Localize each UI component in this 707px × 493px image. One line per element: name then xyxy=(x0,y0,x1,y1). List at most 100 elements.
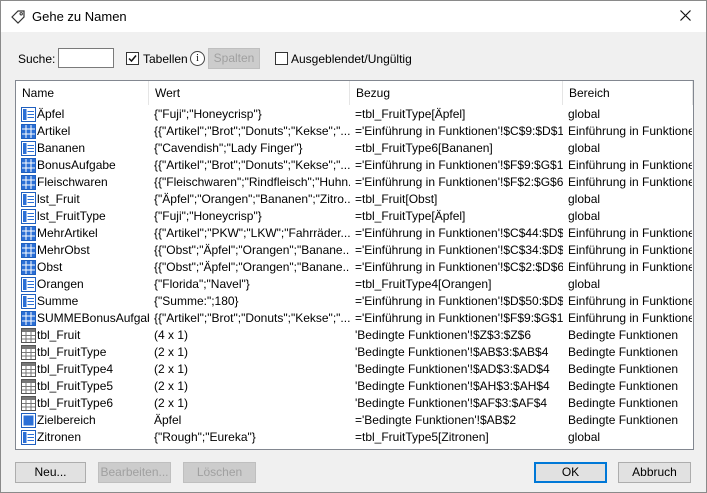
item-name: Äpfel xyxy=(37,107,65,121)
item-reference: ='Einführung in Funktionen'!$F$2:$G$6 xyxy=(355,175,563,189)
item-scope: Bedingte Funktionen xyxy=(568,328,679,342)
window-title: Gehe zu Namen xyxy=(32,9,127,24)
goto-names-dialog: Gehe zu Namen Suche: Tabellen i Spalten … xyxy=(0,0,707,493)
item-scope: Bedingte Funktionen xyxy=(568,345,679,359)
named-range-icon xyxy=(21,107,36,122)
named-range-grid-icon xyxy=(21,158,36,173)
item-value: {"Florida";"Navel"} xyxy=(154,277,250,291)
item-reference: =tbl_FruitType4[Orangen] xyxy=(355,277,492,291)
columns-button[interactable]: Spalten xyxy=(208,48,260,69)
named-range-icon xyxy=(21,192,36,207)
checkmark-icon xyxy=(128,55,137,63)
tables-checkbox[interactable] xyxy=(126,52,139,65)
item-reference: =tbl_FruitType[Äpfel] xyxy=(355,107,466,121)
item-value: {{"Artikel";"PKW";"LKW";"Fahrräder... xyxy=(154,226,350,240)
item-reference: ='Einführung in Funktionen'!$C$9:$D$14 xyxy=(355,124,563,138)
list-item[interactable]: BonusAufgabe {{"Artikel";"Brot";"Donuts";… xyxy=(16,157,693,174)
list-item[interactable]: Summe {"Summe:";180} ='Einführung in Funkt… xyxy=(16,293,693,310)
list-item[interactable]: tbl_FruitType4 (2 x 1) 'Bedingte Funktione… xyxy=(16,361,693,378)
item-value: {{"Obst";"Äpfel";"Orangen";"Banane... xyxy=(154,260,350,274)
list-item[interactable]: tbl_FruitType5 (2 x 1) 'Bedingte Funktione… xyxy=(16,378,693,395)
list-item[interactable]: Zielbereich Äpfel ='Bedingte Funktionen'!$… xyxy=(16,412,693,429)
item-reference: =tbl_FruitType[Äpfel] xyxy=(355,209,466,223)
ok-button[interactable]: OK xyxy=(534,462,607,483)
close-button[interactable] xyxy=(664,1,706,32)
list-item[interactable]: MehrObst {{"Obst";"Äpfel";"Orangen";"Bana… xyxy=(16,242,693,259)
list-item[interactable]: Artikel {{"Artikel";"Brot";"Donuts";"Keks… xyxy=(16,123,693,140)
list-body: Äpfel {"Fuji";"Honeycrisp"} =tbl_FruitType… xyxy=(16,106,693,446)
list-item[interactable]: MehrArtikel {{"Artikel";"PKW";"LKW";"Fahr… xyxy=(16,225,693,242)
item-value: {{"Fleischwaren";"Rindfleisch";"Huhn... xyxy=(154,175,350,189)
list-item[interactable]: tbl_FruitType6 (2 x 1) 'Bedingte Funktione… xyxy=(16,395,693,412)
delete-button[interactable]: Löschen xyxy=(183,462,256,483)
item-value: {"Summe:";180} xyxy=(154,294,239,308)
item-scope: Einführung in Funktionen xyxy=(568,158,692,172)
item-scope: Einführung in Funktionen xyxy=(568,124,692,138)
cancel-button[interactable]: Abbruch xyxy=(618,462,691,483)
item-value: {"Fuji";"Honeycrisp"} xyxy=(154,209,262,223)
item-name: lst_Fruit xyxy=(37,192,80,206)
list-item[interactable]: Obst {{"Obst";"Äpfel";"Orangen";"Banane..… xyxy=(16,259,693,276)
column-header-scope[interactable]: Bereich xyxy=(563,81,693,105)
named-range-icon xyxy=(21,141,36,156)
item-name: Fleischwaren xyxy=(37,175,108,189)
item-name: Artikel xyxy=(37,124,71,138)
list-item[interactable]: Bananen {"Cavendish";"Lady Finger"} =tbl_F… xyxy=(16,140,693,157)
list-item[interactable]: lst_Fruit {"Äpfel";"Orangen";"Bananen";"Z… xyxy=(16,191,693,208)
list-item[interactable]: tbl_Fruit (4 x 1) 'Bedingte Funktionen'!$Z… xyxy=(16,327,693,344)
item-name: Bananen xyxy=(37,141,86,155)
names-list[interactable]: Name Wert Bezug Bereich Äpfel {"Fuji";"Ho… xyxy=(15,80,694,450)
item-value: {"Fuji";"Honeycrisp"} xyxy=(154,107,262,121)
close-icon xyxy=(679,9,691,24)
item-reference: ='Einführung in Funktionen'!$C$34:$D$39 xyxy=(355,243,563,257)
title-bar: Gehe zu Namen xyxy=(1,1,706,32)
info-icon[interactable]: i xyxy=(190,51,205,66)
list-item[interactable]: Fleischwaren {{"Fleischwaren";"Rindfleisc… xyxy=(16,174,693,191)
item-name: MehrObst xyxy=(37,243,90,257)
search-label: Suche: xyxy=(18,52,56,66)
item-value: {"Cavendish";"Lady Finger"} xyxy=(154,141,303,155)
column-header-reference[interactable]: Bezug xyxy=(350,81,563,105)
list-item[interactable]: tbl_FruitType (2 x 1) 'Bedingte Funktionen… xyxy=(16,344,693,361)
item-name: Summe xyxy=(37,294,79,308)
table-icon xyxy=(21,362,36,377)
hidden-invalid-checkbox[interactable] xyxy=(275,52,288,65)
item-value: (2 x 1) xyxy=(154,362,189,376)
item-scope: Einführung in Funktionen xyxy=(568,260,692,274)
search-input[interactable] xyxy=(58,48,114,68)
new-button[interactable]: Neu... xyxy=(15,462,86,483)
item-value: {{"Artikel";"Brot";"Donuts";"Kekse";"... xyxy=(154,158,350,172)
named-range-grid-icon xyxy=(21,226,36,241)
table-icon xyxy=(21,328,36,343)
item-scope: global xyxy=(568,209,601,223)
item-scope: global xyxy=(568,277,601,291)
table-icon xyxy=(21,396,36,411)
item-reference: =tbl_FruitType5[Zitronen] xyxy=(355,430,489,444)
item-scope: Bedingte Funktionen xyxy=(568,362,679,376)
edit-button[interactable]: Bearbeiten... xyxy=(98,462,171,483)
item-scope: Einführung in Funktionen xyxy=(568,243,692,257)
item-value: {"Äpfel";"Orangen";"Bananen";"Zitro... xyxy=(154,192,350,206)
list-item[interactable]: Zitronen {"Rough";"Eureka"} =tbl_FruitType… xyxy=(16,429,693,446)
named-range-grid-icon xyxy=(21,243,36,258)
named-range-grid-icon xyxy=(21,260,36,275)
table-icon xyxy=(21,345,36,360)
list-item[interactable]: Orangen {"Florida";"Navel"} =tbl_FruitType… xyxy=(16,276,693,293)
list-item[interactable]: Äpfel {"Fuji";"Honeycrisp"} =tbl_FruitType… xyxy=(16,106,693,123)
item-reference: ='Einführung in Funktionen'!$F$9:$G$14 xyxy=(355,158,563,172)
item-name: Orangen xyxy=(37,277,84,291)
item-reference: ='Einführung in Funktionen'!$D$50:$D$51 xyxy=(355,294,563,308)
filter-bar: Suche: Tabellen i Spalten Ausgeblendet/U… xyxy=(1,47,706,71)
item-name: Zitronen xyxy=(37,430,82,444)
item-value: {"Rough";"Eureka"} xyxy=(154,430,256,444)
item-scope: Einführung in Funktionen xyxy=(568,226,692,240)
list-item[interactable]: lst_FruitType {"Fuji";"Honeycrisp"} =tbl_F… xyxy=(16,208,693,225)
item-name: Zielbereich xyxy=(37,413,96,427)
list-item[interactable]: SUMMEBonusAufgabe {{"Artikel";"Brot";"Don… xyxy=(16,310,693,327)
item-name: tbl_FruitType xyxy=(37,345,107,359)
item-reference: ='Einführung in Funktionen'!$C$2:$D$6 xyxy=(355,260,563,274)
column-header-value[interactable]: Wert xyxy=(149,81,350,105)
item-name: tbl_FruitType5 xyxy=(37,379,114,393)
item-scope: Einführung in Funktionen xyxy=(568,311,692,325)
column-header-name[interactable]: Name xyxy=(16,81,149,105)
